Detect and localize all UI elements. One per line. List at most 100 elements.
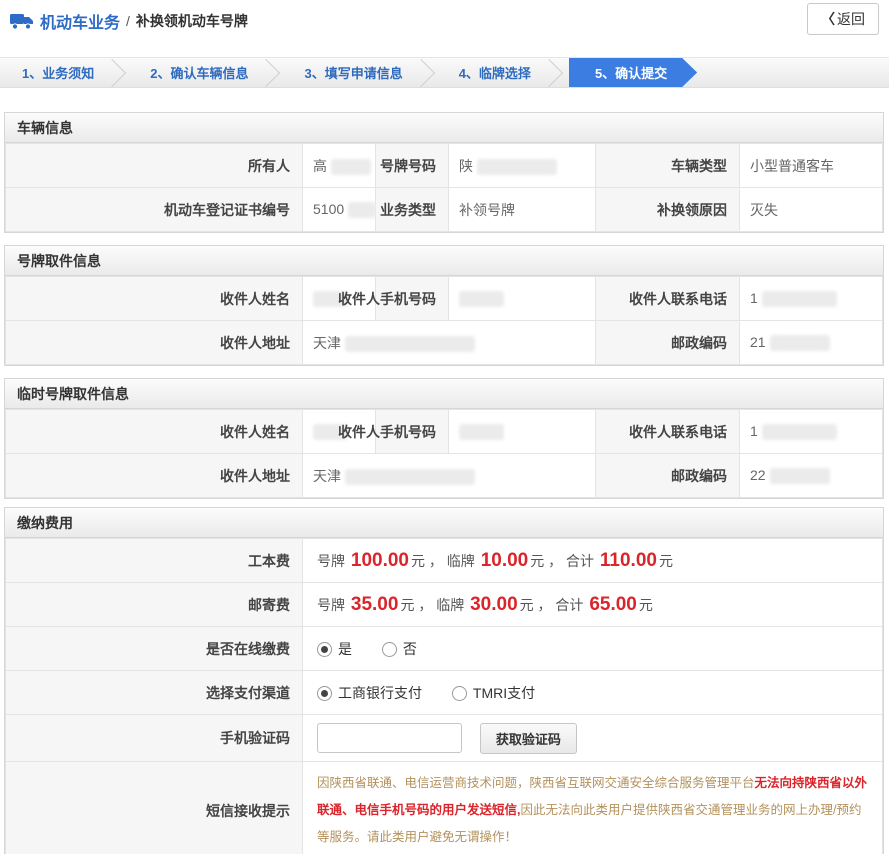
table-row: 所有人 高 号牌号码 陕 车辆类型 小型普通客车	[6, 144, 883, 188]
sms-code-cell: 获取验证码	[303, 715, 883, 762]
back-chevron-icon: 〈	[821, 11, 835, 27]
recipient-address-label: 收件人地址	[6, 454, 303, 498]
radio-online-yes-label[interactable]: 是	[338, 641, 352, 657]
redacted-address-blob	[345, 336, 475, 352]
redacted-mobile-blob	[459, 424, 504, 440]
tab-step-4-label: 4、临牌选择	[459, 66, 531, 81]
breadcrumb-separator: /	[126, 13, 130, 29]
section-plate-delivery: 号牌取件信息 收件人姓名 收件人手机号码 收件人联系电话 1 收件人地址 天津 …	[4, 245, 884, 366]
truck-icon	[10, 13, 34, 30]
online-pay-label: 是否在线缴费	[6, 627, 303, 671]
pay-channel-options: 工商银行支付 TMRI支付	[303, 671, 883, 715]
plate-number-label: 号牌号码	[376, 144, 449, 188]
radio-online-no[interactable]	[382, 642, 397, 657]
redacted-plate-blob	[477, 159, 557, 175]
recipient-tel-value: 1	[740, 410, 883, 454]
section-title-temp-delivery: 临时号牌取件信息	[5, 379, 883, 409]
recipient-mobile-label: 收件人手机号码	[376, 410, 449, 454]
get-code-button[interactable]: 获取验证码	[480, 723, 577, 754]
zip-code-label: 邮政编码	[596, 321, 740, 365]
section-fees: 缴纳费用 工本费 号牌 100.00元 ， 临牌 10.00元 ， 合计 110…	[4, 507, 884, 854]
chevron-separator-icon	[252, 59, 280, 87]
cert-number-label: 机动车登记证书编号	[6, 188, 303, 232]
top-bar: 机动车业务 / 补换领机动车号牌 〈返回	[0, 0, 889, 57]
tab-step-1[interactable]: 1、业务须知	[0, 58, 128, 87]
owner-label: 所有人	[6, 144, 303, 188]
postage-fee-value: 号牌 35.00元 ， 临牌 30.00元 ， 合计 65.00元	[303, 583, 883, 627]
temp-postage-amount: 30.00	[468, 594, 520, 615]
radio-online-yes[interactable]	[317, 642, 332, 657]
breadcrumb-current: 补换领机动车号牌	[136, 11, 248, 31]
sms-notice-label: 短信接收提示	[6, 762, 303, 854]
breadcrumb: 机动车业务 / 补换领机动车号牌	[10, 9, 248, 33]
recipient-name-label: 收件人姓名	[6, 277, 303, 321]
tab-step-3[interactable]: 3、填写申请信息	[282, 58, 436, 87]
business-type-label: 业务类型	[376, 188, 449, 232]
tab-step-4[interactable]: 4、临牌选择	[437, 58, 565, 87]
recipient-name-label: 收件人姓名	[6, 410, 303, 454]
redacted-owner-blob	[331, 159, 371, 175]
redacted-cert-blob	[348, 202, 376, 218]
plate-postage-amount: 35.00	[349, 594, 401, 615]
tab-step-1-label: 1、业务须知	[22, 66, 94, 81]
reason-label: 补换领原因	[596, 188, 740, 232]
pay-channel-label: 选择支付渠道	[6, 671, 303, 715]
tab-step-5-label: 5、确认提交	[595, 66, 667, 81]
recipient-mobile-value	[449, 410, 596, 454]
radio-channel-icbc[interactable]	[317, 686, 332, 701]
radio-channel-tmri[interactable]	[452, 686, 467, 701]
section-title-vehicle: 车辆信息	[5, 113, 883, 143]
plate-number-value: 陕	[449, 144, 596, 188]
total-fee-amount: 110.00	[598, 550, 659, 571]
table-row: 手机验证码 获取验证码	[6, 715, 883, 762]
tab-step-3-label: 3、填写申请信息	[304, 66, 402, 81]
redacted-mobile-blob	[459, 291, 504, 307]
redacted-tel-blob	[762, 424, 837, 440]
radio-channel-icbc-label[interactable]: 工商银行支付	[338, 685, 422, 701]
table-row: 短信接收提示 因陕西省联通、电信运营商技术问题，陕西省互联网交通安全综合服务管理…	[6, 762, 883, 854]
section-temp-delivery: 临时号牌取件信息 收件人姓名 收件人手机号码 收件人联系电话 1 收件人地址 天…	[4, 378, 884, 499]
sms-notice-text: 因陕西省联通、电信运营商技术问题，陕西省互联网交通安全综合服务管理平台无法向持陕…	[303, 762, 883, 854]
tab-step-5-active[interactable]: 5、确认提交	[569, 58, 697, 87]
vehicle-type-value: 小型普通客车	[740, 144, 883, 188]
chevron-separator-icon	[98, 59, 126, 87]
zip-code-value: 21	[740, 321, 883, 365]
sms-code-input[interactable]	[317, 723, 462, 753]
production-fee-value: 号牌 100.00元 ， 临牌 10.00元 ， 合计 110.00元	[303, 539, 883, 583]
recipient-tel-label: 收件人联系电话	[596, 410, 740, 454]
online-pay-options: 是 否	[303, 627, 883, 671]
radio-channel-tmri-label[interactable]: TMRI支付	[473, 685, 535, 701]
table-row: 机动车登记证书编号 5100 业务类型 补领号牌 补换领原因 灭失	[6, 188, 883, 232]
zip-code-value: 22	[740, 454, 883, 498]
step-tabs: 1、业务须知 2、确认车辆信息 3、填写申请信息 4、临牌选择 5、确认提交	[0, 57, 889, 88]
temp-fee-amount: 10.00	[479, 550, 531, 571]
table-row: 收件人姓名 收件人手机号码 收件人联系电话 1	[6, 410, 883, 454]
recipient-mobile-value	[449, 277, 596, 321]
plate-fee-amount: 100.00	[349, 550, 411, 571]
table-row: 邮寄费 号牌 35.00元 ， 临牌 30.00元 ， 合计 65.00元	[6, 583, 883, 627]
fees-table: 工本费 号牌 100.00元 ， 临牌 10.00元 ， 合计 110.00元 …	[5, 538, 883, 854]
breadcrumb-main[interactable]: 机动车业务	[40, 9, 120, 33]
section-title-fees: 缴纳费用	[5, 508, 883, 538]
tab-step-2[interactable]: 2、确认车辆信息	[128, 58, 282, 87]
radio-online-no-label[interactable]: 否	[403, 641, 417, 657]
sms-code-label: 手机验证码	[6, 715, 303, 762]
table-row: 收件人地址 天津 邮政编码 21	[6, 321, 883, 365]
back-button[interactable]: 〈返回	[807, 3, 879, 35]
page: 机动车业务 / 补换领机动车号牌 〈返回 1、业务须知 2、确认车辆信息 3、填…	[0, 0, 889, 854]
postage-fee-label: 邮寄费	[6, 583, 303, 627]
redacted-zip-blob	[770, 468, 830, 484]
reason-value: 灭失	[740, 188, 883, 232]
redacted-address-blob	[345, 469, 475, 485]
table-row: 选择支付渠道 工商银行支付 TMRI支付	[6, 671, 883, 715]
temp-delivery-table: 收件人姓名 收件人手机号码 收件人联系电话 1 收件人地址 天津 邮政编码 22	[5, 409, 883, 498]
table-row: 收件人姓名 收件人手机号码 收件人联系电话 1	[6, 277, 883, 321]
vehicle-type-label: 车辆类型	[596, 144, 740, 188]
recipient-tel-value: 1	[740, 277, 883, 321]
vehicle-info-table: 所有人 高 号牌号码 陕 车辆类型 小型普通客车 机动车登记证书编号 5100 …	[5, 143, 883, 232]
notice-part-1: 因陕西省联通、电信运营商技术问题，陕西省互联网交通安全综合服务管理平台	[317, 776, 755, 790]
table-row: 是否在线缴费 是 否	[6, 627, 883, 671]
chevron-separator-icon	[407, 59, 435, 87]
cert-number-value: 5100	[303, 188, 376, 232]
redacted-zip-blob	[770, 335, 830, 351]
